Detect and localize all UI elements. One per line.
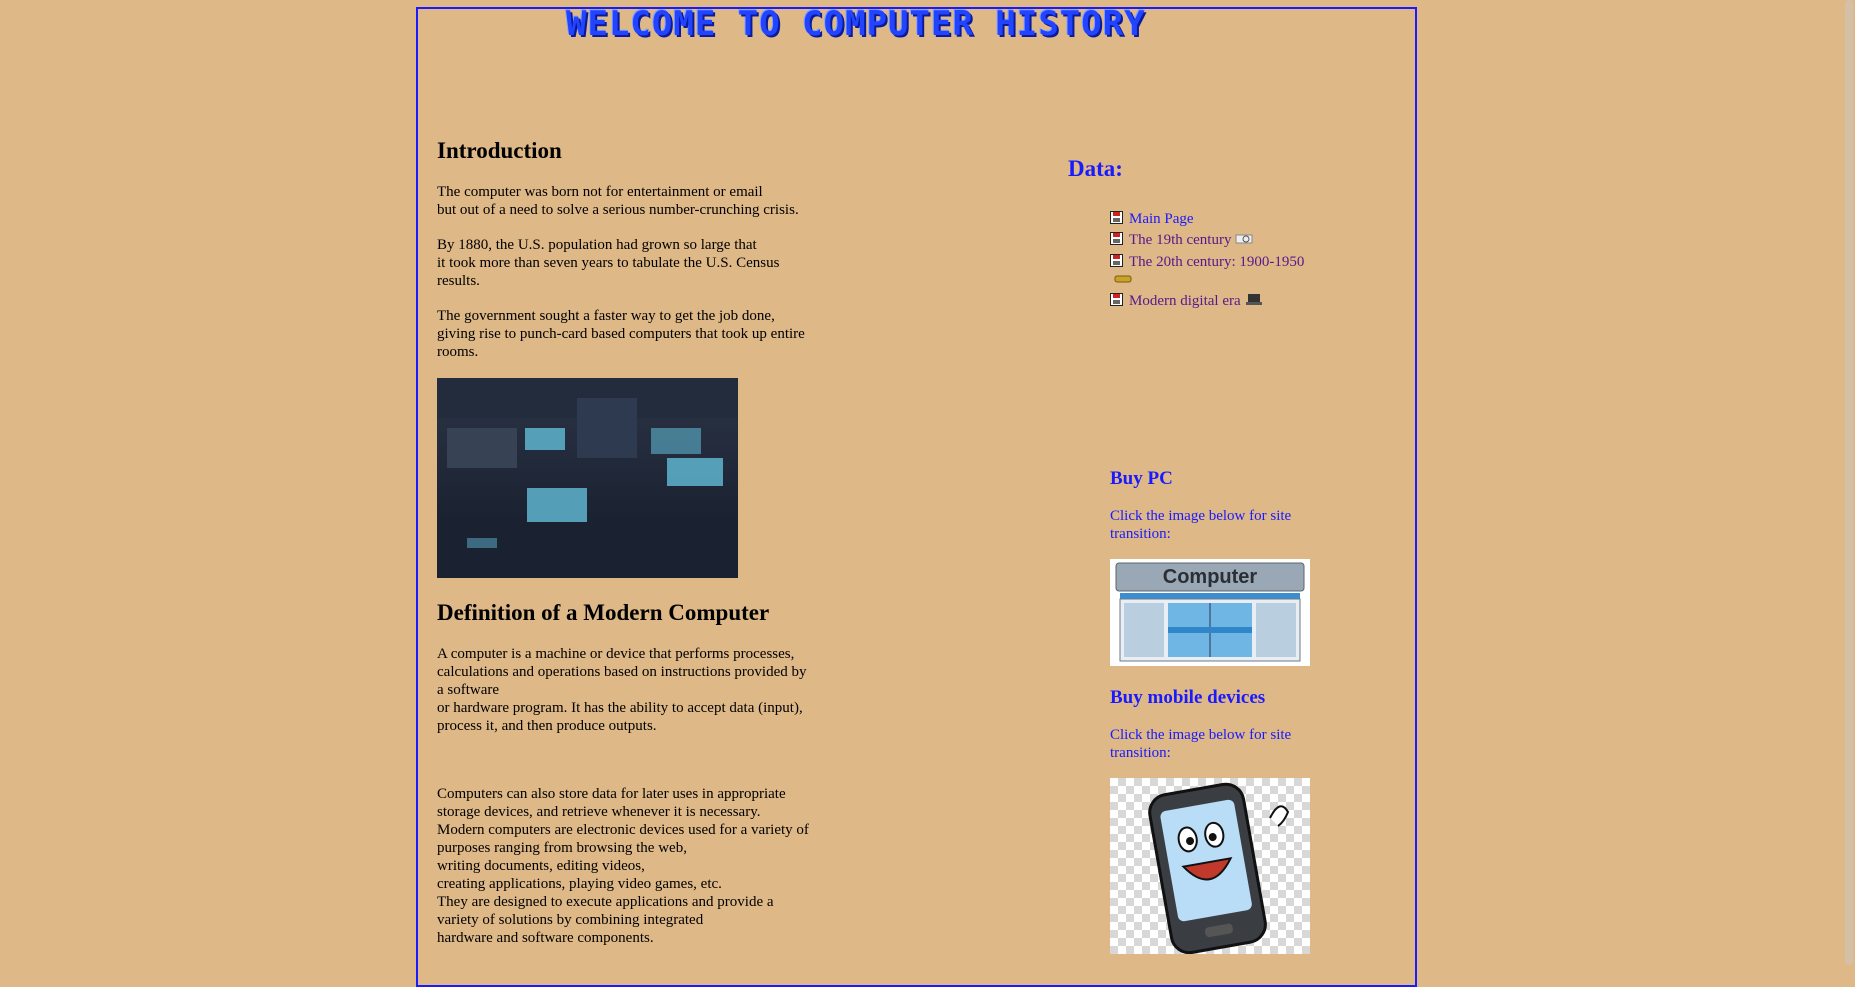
nav-link-19th-century[interactable]: The 19th century	[1129, 232, 1231, 248]
main-content: Introduction The computer was born not f…	[437, 138, 857, 947]
floppy-disk-icon	[1110, 211, 1123, 224]
computer-store-sign: Computer	[1163, 566, 1258, 588]
sidebar: Data: Main Page The 19th century The 20t…	[1068, 156, 1398, 954]
vertical-scrollbar[interactable]	[1843, 0, 1855, 965]
scrollbar-thumb[interactable]	[1845, 0, 1853, 965]
nav-link-main-page[interactable]: Main Page	[1129, 211, 1194, 227]
laptop-icon	[1245, 293, 1263, 311]
computer-store-image-link[interactable]: Computer	[1110, 559, 1310, 666]
buy-mobile-heading: Buy mobile devices	[1110, 687, 1266, 708]
punch-card-icon	[1114, 271, 1132, 289]
intro-paragraph-2: By 1880, the U.S. population had grown s…	[437, 237, 780, 289]
sidebar-heading: Data:	[1068, 156, 1123, 181]
floppy-disk-icon	[1110, 293, 1123, 307]
buy-pc-hint: Click the image below for site transitio…	[1110, 508, 1292, 542]
nav-link-modern-digital-era[interactable]: Modern digital era	[1129, 293, 1241, 309]
buy-pc-section: Buy PC Click the image below for site tr…	[1110, 468, 1340, 666]
mobile-device-image-link[interactable]	[1110, 778, 1310, 954]
sidebar-nav: Main Page The 19th century The 20th cent…	[1110, 210, 1310, 314]
nav-item-main-page: Main Page	[1110, 210, 1310, 228]
computer-store-icon: Computer	[1110, 559, 1310, 666]
nav-item-19th-century: The 19th century	[1110, 231, 1310, 250]
definition-paragraph-1: A computer is a machine or device that p…	[437, 646, 807, 734]
intro-heading: Introduction	[437, 138, 562, 163]
site-banner: WELCOME TO COMPUTER HISTORY	[566, 4, 1146, 44]
intro-paragraph-3: The government sought a faster way to ge…	[437, 308, 805, 360]
buy-pc-heading: Buy PC	[1110, 468, 1173, 489]
buy-mobile-hint: Click the image below for site transitio…	[1110, 727, 1292, 761]
floppy-disk-icon	[1110, 253, 1123, 267]
floppy-disk-icon	[1110, 232, 1123, 245]
computer-room-image	[437, 378, 738, 578]
buy-mobile-section: Buy mobile devices Click the image below…	[1110, 687, 1340, 954]
intro-paragraph-1: The computer was born not for entertainm…	[437, 184, 799, 218]
smartphone-mascot-icon	[1148, 782, 1290, 954]
nav-item-20th-century: The 20th century: 1900-1950	[1110, 253, 1310, 290]
definition-heading: Definition of a Modern Computer	[437, 600, 770, 625]
machine-icon	[1235, 232, 1253, 250]
definition-paragraph-2: Computers can also store data for later …	[437, 786, 809, 946]
nav-link-20th-century[interactable]: The 20th century: 1900-1950	[1129, 254, 1304, 270]
nav-item-modern-digital-era: Modern digital era	[1110, 292, 1310, 311]
